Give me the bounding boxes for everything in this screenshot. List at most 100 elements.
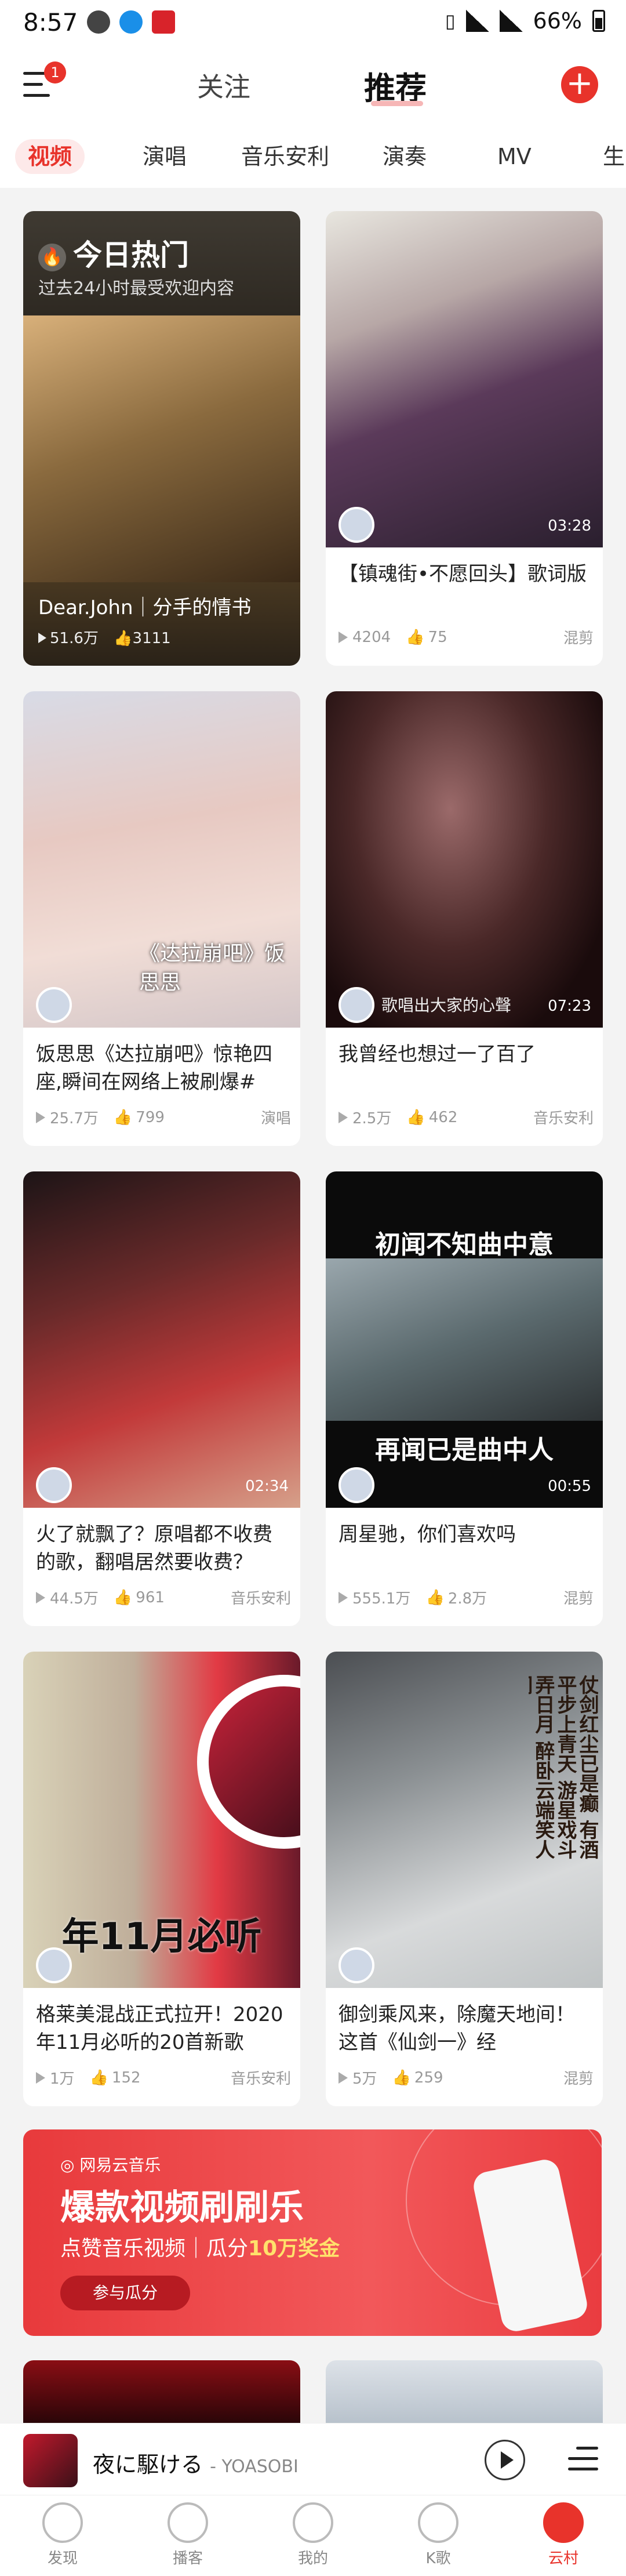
video-meta: 44.5万 👍 961 音乐安利 xyxy=(36,1587,291,1608)
now-playing: 夜に駆ける - YOASOBI xyxy=(93,2452,299,2477)
video-card[interactable]: 《达拉崩吧》饭思思 饭思思《达拉崩吧》惊艳四座,瞬间在网络上被刷爆#今... 2… xyxy=(23,691,300,1146)
duration: 02:34 xyxy=(245,1478,289,1495)
avatar[interactable] xyxy=(339,1467,374,1503)
video-thumbnail xyxy=(326,691,603,1028)
menu-badge: 1 xyxy=(44,61,66,84)
promo-banner[interactable]: ◎ 网易云音乐 爆款视频刷刷乐 点赞音乐视频｜瓜分10万奖金 参与瓜分 xyxy=(23,2129,602,2336)
tab-podcast[interactable]: 播客 xyxy=(125,2502,250,2568)
video-tag: 混剪 xyxy=(563,2070,594,2088)
top-nav: 1 关注 推荐 + xyxy=(0,49,626,124)
status-time: 8:57 xyxy=(23,8,78,37)
video-tag: 混剪 xyxy=(563,1590,594,1608)
like-icon: 👍 xyxy=(114,630,133,647)
video-card[interactable]: 03:28 【镇魂街•不愿回头】歌词版 4204 👍 75 混剪 xyxy=(326,211,603,666)
tab-discover[interactable]: 发现 xyxy=(0,2502,125,2568)
tab-mine[interactable]: 我的 xyxy=(250,2502,376,2568)
play-count-icon xyxy=(36,1591,45,1603)
microphone-icon xyxy=(418,2502,458,2543)
play-count-icon xyxy=(36,2071,45,2084)
overlay-text-bottom: 再闻已是曲中人 xyxy=(375,1435,554,1465)
vibrate-icon: ▯ xyxy=(445,10,456,32)
avatar[interactable] xyxy=(339,987,374,1023)
like-icon: 👍 xyxy=(113,1108,133,1126)
duration: 00:55 xyxy=(548,1478,591,1495)
video-still xyxy=(326,1258,603,1421)
tab-indicator xyxy=(371,101,423,106)
video-card[interactable]: 歌唱出大家的心聲 07:23 我曾经也想过一了百了 2.5万 👍 462 音乐安利 xyxy=(326,691,603,1146)
video-title: 【镇魂街•不愿回头】歌词版 xyxy=(339,563,587,586)
like-icon: 👍 xyxy=(425,1588,445,1606)
category-more[interactable]: 生 xyxy=(603,139,625,174)
wifi-signal-icon xyxy=(465,10,489,32)
hot-today-card[interactable]: 🔥 今日热门 过去24小时最受欢迎内容 Dear.John｜分手的情书 51.6万… xyxy=(23,211,300,666)
video-card[interactable]: 初闻不知曲中意 再闻已是曲中人 00:55 周星驰，你们喜欢吗 555.1万 👍… xyxy=(326,1171,603,1626)
video-meta: 4204 👍 75 混剪 xyxy=(339,626,594,648)
category-video[interactable]: 视频 xyxy=(15,139,85,174)
overlay-text-top: 初闻不知曲中意 xyxy=(375,1230,554,1260)
overlay-text: 歌唱出大家的心聲 xyxy=(381,996,512,1015)
promo-headline: 爆款视频刷刷乐 xyxy=(60,2187,304,2228)
video-title: 御剑乘风来，除魔天地间！这首《仙剑一》经 xyxy=(339,2003,575,2054)
video-card[interactable]: 年11月必听 格莱美混战正式拉开！2020年11月必听的20首新歌 1万 👍 15… xyxy=(23,1652,300,2106)
video-title: 我曾经也想过一了百了 xyxy=(339,1043,536,1066)
community-icon xyxy=(543,2502,584,2543)
category-perform[interactable]: 演奏 xyxy=(383,139,427,174)
add-button[interactable]: + xyxy=(561,66,598,103)
video-title: 火了就飘了？原唱都不收费的歌，翻唱居然要收费？ xyxy=(36,1523,272,1574)
discover-icon xyxy=(42,2502,83,2543)
category-recommend[interactable]: 音乐安利 xyxy=(241,139,329,174)
plus-icon: + xyxy=(566,64,594,102)
play-count-icon xyxy=(38,633,46,643)
news-app-icon xyxy=(152,10,175,34)
like-icon: 👍 xyxy=(406,1108,425,1126)
video-card[interactable]: 02:34 火了就飘了？原唱都不收费的歌，翻唱居然要收费？ 44.5万 👍 961… xyxy=(23,1171,300,1626)
hot-subheading: 过去24小时最受欢迎内容 xyxy=(38,278,235,299)
album-cover[interactable] xyxy=(23,2434,78,2487)
video-meta: 25.7万 👍 799 演唱 xyxy=(36,1106,291,1128)
avatar[interactable] xyxy=(36,1947,72,1983)
battery-icon xyxy=(592,10,605,32)
play-count-icon xyxy=(339,631,348,643)
tab-village[interactable]: 云村 xyxy=(501,2502,626,2568)
play-count-icon xyxy=(339,1111,348,1123)
avatar[interactable] xyxy=(36,1467,72,1503)
fire-icon: 🔥 xyxy=(38,243,66,271)
avatar[interactable] xyxy=(36,987,72,1023)
video-title: 格莱美混战正式拉开！2020年11月必听的20首新歌 xyxy=(36,2003,283,2054)
promo-brand: ◎ 网易云音乐 xyxy=(60,2156,161,2175)
video-card-partial[interactable] xyxy=(326,2360,603,2423)
bottom-tabbar: 发现 播客 我的 K歌 云村 xyxy=(0,2495,626,2576)
netease-logo-icon: ◎ xyxy=(60,2156,80,2175)
play-button[interactable] xyxy=(485,2440,525,2480)
playlist-icon[interactable] xyxy=(568,2447,598,2472)
music-note-icon xyxy=(293,2502,333,2543)
tab-follow[interactable]: 关注 xyxy=(197,66,250,104)
video-meta: 555.1万 👍 2.8万 混剪 xyxy=(339,1587,594,1608)
video-thumbnail xyxy=(23,1171,300,1508)
avatar[interactable] xyxy=(339,1947,374,1983)
video-card-partial[interactable] xyxy=(23,2360,300,2423)
duration: 03:28 xyxy=(548,517,591,535)
hot-thumbnail xyxy=(23,315,300,582)
category-mv[interactable]: MV xyxy=(497,139,532,174)
status-bar: 8:57 ▯ 66% xyxy=(0,0,626,49)
tab-karaoke[interactable]: K歌 xyxy=(376,2502,501,2568)
podcast-icon xyxy=(168,2502,208,2543)
video-tag: 混剪 xyxy=(563,630,594,647)
category-sing[interactable]: 演唱 xyxy=(143,139,187,174)
promo-cta-button[interactable]: 参与瓜分 xyxy=(60,2276,190,2310)
play-count-icon xyxy=(36,1111,45,1123)
video-tag: 音乐安利 xyxy=(533,1110,594,1127)
video-thumbnail xyxy=(326,211,603,547)
menu-icon[interactable]: 1 xyxy=(23,61,66,97)
overlay-poem: 仗剑红尘已是癫 有酒平步上青天 游星戏斗弄日月 醉卧云端笑人间 xyxy=(529,1675,598,1859)
video-card[interactable]: 仗剑红尘已是癫 有酒平步上青天 游星戏斗弄日月 醉卧云端笑人间 御剑乘风来，除魔… xyxy=(326,1652,603,2106)
avatar[interactable] xyxy=(339,507,374,543)
like-icon: 👍 xyxy=(113,1588,133,1606)
messenger-icon xyxy=(87,10,110,34)
video-meta: 2.5万 👍 462 音乐安利 xyxy=(339,1106,594,1128)
mini-player[interactable]: 夜に駆ける - YOASOBI xyxy=(0,2423,626,2495)
overlay-text: 《达拉崩吧》饭思思 xyxy=(139,942,286,995)
video-meta: 5万 👍 259 混剪 xyxy=(339,2067,594,2088)
play-count-icon xyxy=(339,1591,348,1603)
